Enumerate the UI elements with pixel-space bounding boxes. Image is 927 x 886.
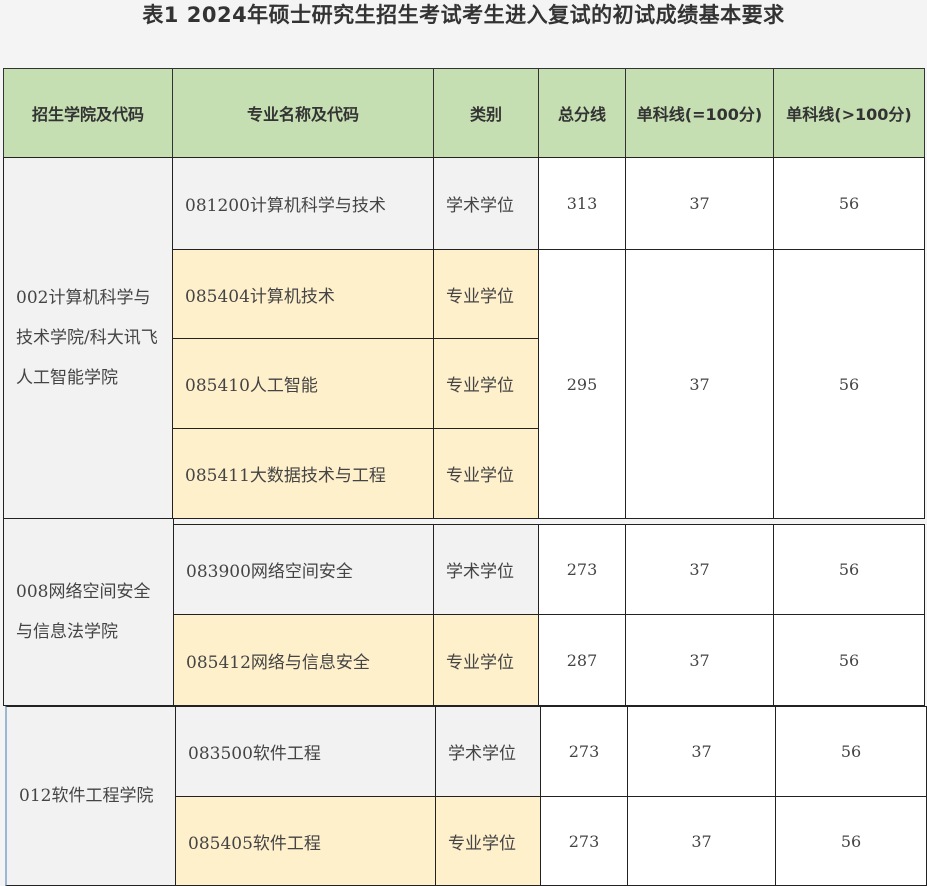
header-single-gt100: 单科线(>100分) [773, 68, 925, 158]
major-cell: 083900网络空间安全 [173, 524, 434, 615]
type-cell: 专业学位 [433, 338, 539, 429]
single-gt100-cell: 56 [773, 524, 925, 615]
major-cell: 081200计算机科学与技术 [172, 157, 434, 250]
major-cell: 085411大数据技术与工程 [172, 428, 434, 519]
college-label: 012软件工程学院 [19, 786, 154, 806]
header-major: 专业名称及代码 [172, 68, 434, 158]
type-cell: 专业学位 [435, 796, 541, 886]
total-cell: 273 [540, 796, 628, 886]
total-cell: 287 [538, 614, 626, 706]
single100-cell: 37 [625, 249, 774, 519]
type-cell: 学术学位 [433, 157, 539, 250]
header-single-100: 单科线(=100分) [625, 68, 774, 158]
single-gt100-cell: 56 [775, 796, 927, 886]
college-cell: 002计算机科学与技术学院/科大讯飞人工智能学院 [3, 157, 173, 519]
single-gt100-cell: 56 [773, 614, 925, 706]
major-cell: 085405软件工程 [175, 796, 436, 886]
single100-cell: 37 [627, 706, 776, 797]
type-cell: 学术学位 [433, 524, 539, 615]
college-label: 008网络空间安全与信息法学院 [16, 582, 151, 642]
type-cell: 专业学位 [433, 428, 539, 519]
header-college: 招生学院及代码 [3, 68, 173, 158]
total-cell: 273 [540, 706, 628, 797]
single-gt100-cell: 56 [773, 157, 925, 250]
type-cell: 专业学位 [433, 249, 539, 339]
total-cell: 273 [538, 524, 626, 615]
header-type: 类别 [433, 68, 539, 158]
total-cell: 295 [538, 249, 626, 519]
single100-cell: 37 [625, 157, 774, 250]
total-cell: 313 [538, 157, 626, 250]
single100-cell: 37 [625, 614, 774, 706]
type-cell: 专业学位 [433, 614, 539, 706]
score-table: 招生学院及代码 专业名称及代码 类别 总分线 单科线(=100分) 单科线(>1… [0, 0, 927, 886]
major-cell: 083500软件工程 [175, 706, 436, 797]
major-cell: 085410人工智能 [172, 338, 434, 429]
college-label: 002计算机科学与技术学院/科大讯飞人工智能学院 [16, 288, 158, 388]
single-gt100-cell: 56 [773, 249, 925, 519]
single-gt100-cell: 56 [775, 706, 927, 797]
major-cell: 085412网络与信息安全 [173, 614, 434, 706]
single100-cell: 37 [625, 524, 774, 615]
type-cell: 学术学位 [435, 706, 541, 797]
single100-cell: 37 [627, 796, 776, 886]
major-cell: 085404计算机技术 [172, 249, 434, 339]
college-cell: 012软件工程学院 [5, 706, 176, 886]
header-total: 总分线 [538, 68, 626, 158]
college-cell: 008网络空间安全与信息法学院 [3, 518, 174, 706]
